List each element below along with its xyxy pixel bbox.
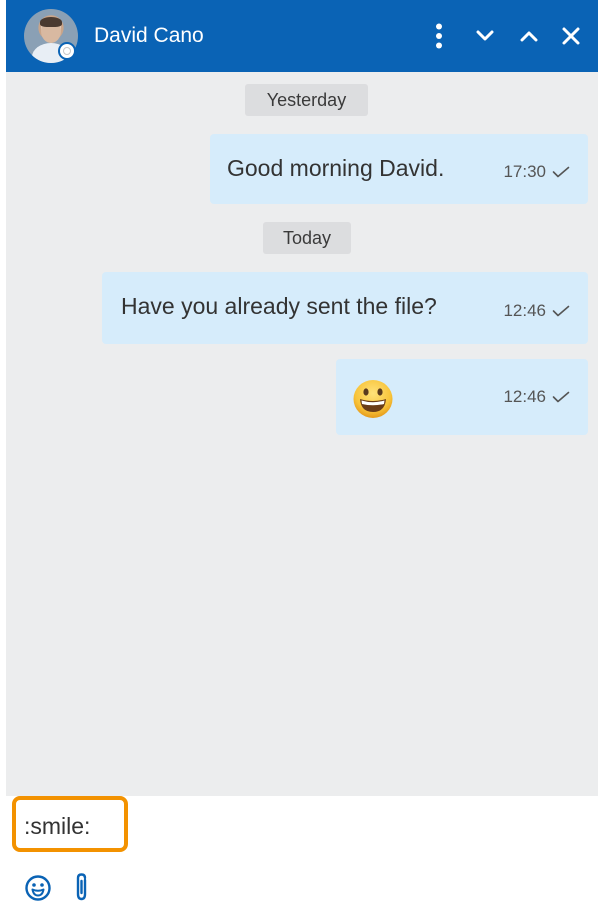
contact-name[interactable]: David Cano — [94, 23, 204, 49]
message-time: 12:46 — [503, 301, 546, 320]
more-options-button[interactable] — [422, 18, 456, 54]
attach-file-button[interactable] — [66, 871, 98, 905]
paperclip-icon — [76, 873, 87, 901]
emoji-picker-button[interactable] — [22, 871, 54, 905]
close-icon — [562, 27, 580, 45]
message-composer: :smile: — [6, 796, 598, 917]
check-icon — [552, 305, 570, 317]
more-vertical-icon — [436, 23, 442, 49]
date-separator: Yesterday — [245, 84, 368, 116]
message-bubble[interactable]: Good morning David. 17:30 — [210, 134, 588, 204]
message-text: Have you already sent the file? — [121, 293, 437, 319]
presence-indicator — [63, 47, 71, 55]
chat-header: David Cano — [6, 0, 598, 72]
message-text: Good morning David. — [227, 155, 445, 181]
check-icon — [552, 166, 570, 178]
presence-status-icon — [58, 42, 76, 60]
message-meta: 12:46 — [503, 301, 570, 321]
message-input-value: :smile: — [24, 813, 91, 839]
message-meta: 12:46 — [503, 387, 570, 407]
chat-window: David Cano Yesterday Good morning David.… — [0, 0, 598, 917]
message-bubble[interactable]: 12:46 — [336, 359, 588, 435]
maximize-button[interactable] — [512, 18, 546, 54]
chevron-up-icon — [520, 31, 538, 42]
emoji-picker-icon — [25, 875, 51, 901]
message-time: 17:30 — [503, 162, 546, 181]
message-list[interactable]: Yesterday Good morning David. 17:30 Toda… — [6, 72, 598, 796]
message-input[interactable]: :smile: — [12, 796, 128, 852]
close-button[interactable] — [554, 18, 588, 54]
check-icon — [552, 391, 570, 403]
date-separator: Today — [263, 222, 351, 254]
grinning-face-emoji-icon — [353, 380, 393, 418]
message-time: 12:46 — [503, 387, 546, 406]
chevron-down-icon — [476, 30, 494, 41]
minimize-button[interactable] — [468, 18, 502, 54]
message-meta: 17:30 — [503, 162, 570, 182]
avatar-hair — [40, 17, 62, 27]
message-bubble[interactable]: Have you already sent the file? 12:46 — [102, 272, 588, 344]
